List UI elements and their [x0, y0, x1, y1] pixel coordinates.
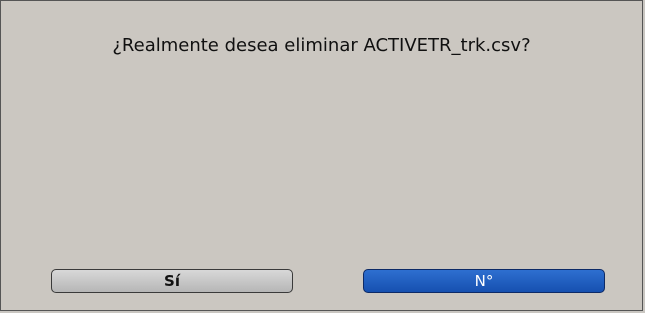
yes-button[interactable]: Sí	[51, 269, 293, 293]
confirmation-message: ¿Realmente desea eliminar ACTIVETR_trk.c…	[112, 35, 531, 56]
no-button[interactable]: N°	[363, 269, 605, 293]
delete-confirmation-dialog: ¿Realmente desea eliminar ACTIVETR_trk.c…	[0, 0, 643, 311]
